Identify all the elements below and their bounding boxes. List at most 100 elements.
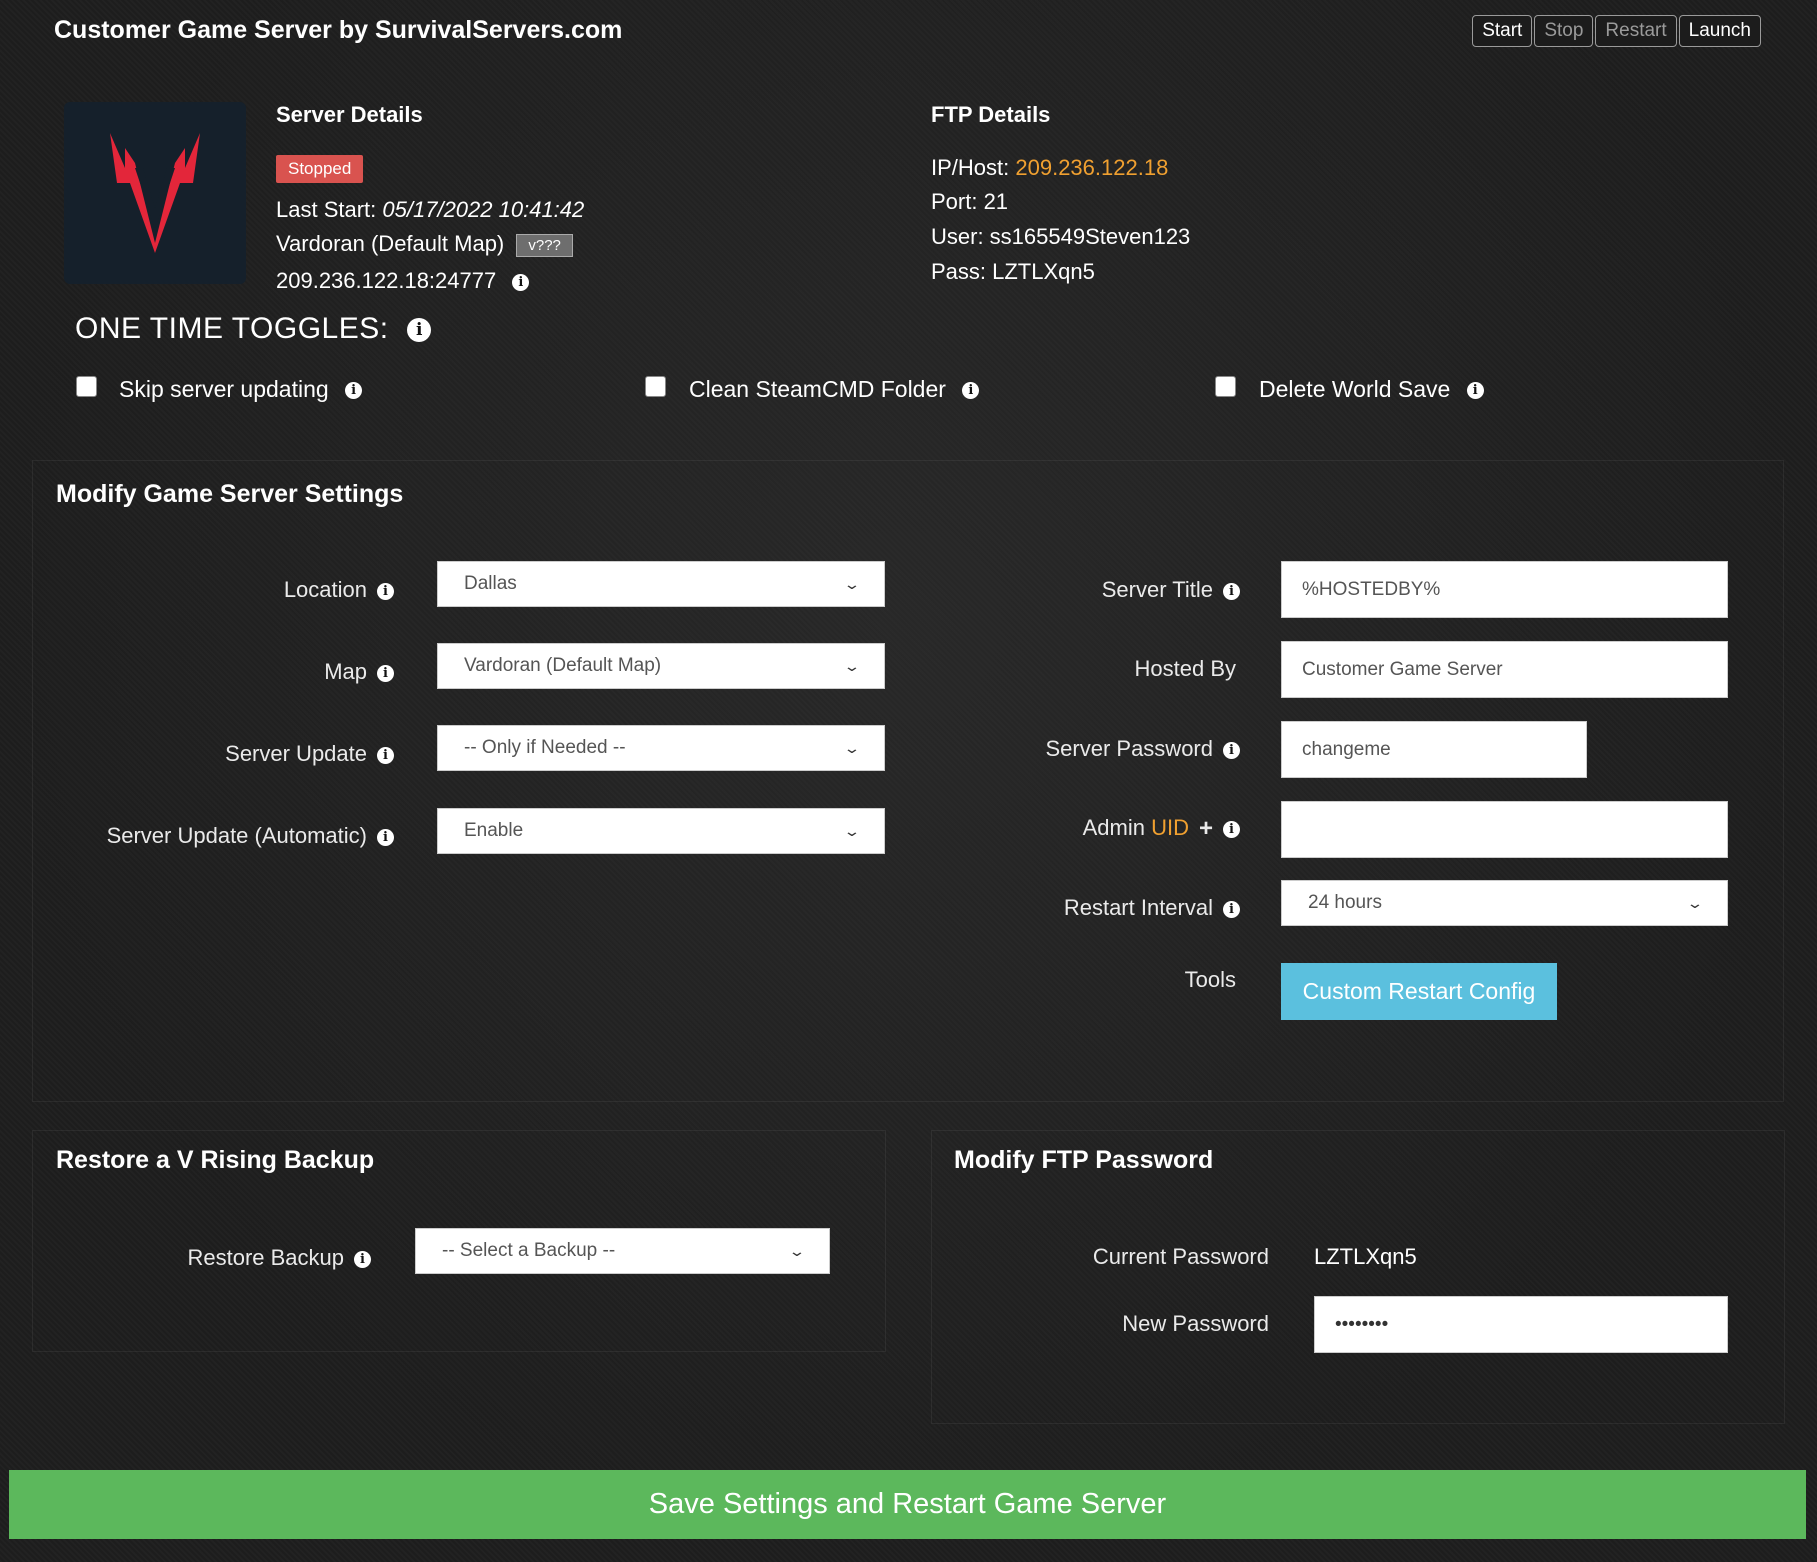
delete-world-checkbox[interactable] bbox=[1215, 376, 1236, 397]
map-label: Map i bbox=[324, 659, 394, 685]
skip-update-text: Skip server updating bbox=[119, 376, 329, 402]
current-password-label: Current Password bbox=[1092, 1244, 1269, 1269]
new-password-label: New Password bbox=[1122, 1311, 1269, 1336]
ftp-password-heading: Modify FTP Password bbox=[954, 1146, 1214, 1174]
server-password-label-text: Server Password bbox=[1045, 736, 1213, 761]
auto-update-select[interactable]: Enable ⌄ bbox=[437, 808, 885, 854]
server-title-label: Server Title i bbox=[1102, 577, 1240, 603]
save-restart-button[interactable]: Save Settings and Restart Game Server bbox=[9, 1470, 1806, 1539]
delete-world-label: Delete World Save i bbox=[1259, 376, 1484, 403]
info-icon[interactable]: i bbox=[1223, 900, 1240, 918]
new-password-input[interactable]: •••••••• bbox=[1314, 1296, 1728, 1353]
version-badge[interactable]: v??? bbox=[516, 233, 573, 257]
restart-interval-value: 24 hours bbox=[1308, 892, 1382, 913]
skip-update-label: Skip server updating i bbox=[119, 376, 363, 403]
server-password-label: Server Password i bbox=[1045, 736, 1240, 762]
toggles-heading-text: ONE TIME TOGGLES: bbox=[75, 312, 389, 345]
hosted-by-input[interactable]: Customer Game Server bbox=[1281, 641, 1728, 698]
ftp-host-label: IP/Host: bbox=[931, 155, 1010, 180]
map-value: Vardoran (Default Map) bbox=[464, 655, 662, 676]
info-icon[interactable]: i bbox=[377, 746, 394, 764]
location-value: Dallas bbox=[464, 573, 517, 594]
auto-update-value: Enable bbox=[464, 820, 524, 841]
server-address: 209.236.122.18:24777 i bbox=[276, 268, 530, 294]
admin-uid-label: Admin UID + i bbox=[1083, 815, 1240, 843]
custom-restart-config-button[interactable]: Custom Restart Config bbox=[1281, 963, 1557, 1020]
restore-backup-label: Restore Backup i bbox=[187, 1245, 371, 1271]
info-icon[interactable]: i bbox=[377, 828, 394, 846]
plus-icon[interactable]: + bbox=[1199, 815, 1213, 842]
last-start: Last Start: 05/17/2022 10:41:42 bbox=[276, 197, 584, 223]
auto-update-label: Server Update (Automatic) i bbox=[107, 823, 394, 849]
toggles-heading: ONE TIME TOGGLES: i bbox=[75, 312, 432, 346]
ftp-user: User: ss165549Steven123 bbox=[931, 224, 1191, 249]
backup-heading: Restore a V Rising Backup bbox=[56, 1146, 375, 1174]
restore-backup-label-text: Restore Backup bbox=[187, 1245, 344, 1270]
hosted-by-label: Hosted By bbox=[1134, 656, 1237, 681]
clean-steamcmd-text: Clean SteamCMD Folder bbox=[689, 376, 946, 402]
info-icon[interactable]: i bbox=[1223, 741, 1240, 759]
admin-uid-link[interactable]: UID bbox=[1151, 815, 1189, 840]
ftp-port: Port: 21 bbox=[931, 189, 1009, 214]
info-icon[interactable]: i bbox=[1223, 820, 1240, 838]
server-update-label: Server Update i bbox=[225, 741, 394, 767]
ftp-host-value[interactable]: 209.236.122.18 bbox=[1015, 155, 1168, 180]
v-rising-logo-icon bbox=[110, 133, 200, 253]
map-select[interactable]: Vardoran (Default Map) ⌄ bbox=[437, 643, 885, 689]
start-button[interactable]: Start bbox=[1472, 15, 1533, 47]
location-label: Location i bbox=[284, 577, 394, 603]
game-logo bbox=[64, 102, 246, 284]
map-label-text: Map bbox=[324, 659, 367, 684]
server-title-label-text: Server Title bbox=[1101, 577, 1213, 602]
stop-button[interactable]: Stop bbox=[1534, 15, 1594, 47]
info-icon[interactable]: i bbox=[345, 382, 363, 400]
last-start-label: Last Start: bbox=[276, 197, 377, 222]
launch-button[interactable]: Launch bbox=[1678, 15, 1761, 47]
status-badge: Stopped bbox=[276, 155, 364, 183]
auto-update-label-text: Server Update (Automatic) bbox=[106, 823, 367, 848]
admin-label-text: Admin bbox=[1082, 815, 1145, 840]
info-icon[interactable]: i bbox=[407, 318, 432, 343]
info-icon[interactable]: i bbox=[377, 664, 394, 682]
info-icon[interactable]: i bbox=[1223, 582, 1240, 600]
server-update-label-text: Server Update bbox=[225, 741, 367, 766]
tools-label: Tools bbox=[1184, 967, 1236, 992]
info-icon[interactable]: i bbox=[1466, 382, 1484, 400]
info-icon[interactable]: i bbox=[377, 582, 394, 600]
current-map: Vardoran (Default Map) v??? bbox=[276, 231, 573, 257]
server-password-input[interactable]: changeme bbox=[1281, 721, 1587, 778]
page-title: Customer Game Server by SurvivalServers.… bbox=[54, 16, 623, 44]
server-control-buttons: Start Stop Restart Launch bbox=[1472, 15, 1761, 47]
settings-heading: Modify Game Server Settings bbox=[56, 480, 404, 508]
chevron-down-icon: ⌄ bbox=[1686, 894, 1704, 911]
clean-steamcmd-label: Clean SteamCMD Folder i bbox=[689, 376, 980, 403]
map-name: Vardoran (Default Map) bbox=[276, 231, 505, 256]
chevron-down-icon: ⌄ bbox=[843, 575, 861, 592]
location-select[interactable]: Dallas ⌄ bbox=[437, 561, 885, 607]
server-update-value: -- Only if Needed -- bbox=[464, 737, 626, 758]
last-start-value: 05/17/2022 10:41:42 bbox=[382, 197, 585, 222]
clean-steamcmd-checkbox[interactable] bbox=[645, 376, 666, 397]
restart-interval-select[interactable]: 24 hours ⌄ bbox=[1281, 880, 1728, 926]
address-value: 209.236.122.18:24777 bbox=[276, 268, 497, 293]
chevron-down-icon: ⌄ bbox=[843, 822, 861, 839]
info-icon[interactable]: i bbox=[962, 382, 980, 400]
chevron-down-icon: ⌄ bbox=[843, 739, 861, 756]
restore-backup-select[interactable]: -- Select a Backup -- ⌄ bbox=[415, 1228, 830, 1274]
restore-backup-value: -- Select a Backup -- bbox=[442, 1240, 616, 1261]
restart-interval-label: Restart Interval i bbox=[1064, 895, 1240, 921]
current-password-value: LZTLXqn5 bbox=[1314, 1244, 1417, 1269]
skip-update-checkbox[interactable] bbox=[76, 376, 97, 397]
restart-button[interactable]: Restart bbox=[1595, 15, 1677, 47]
chevron-down-icon: ⌄ bbox=[788, 1242, 806, 1259]
ftp-host: IP/Host: 209.236.122.18 bbox=[931, 155, 1168, 181]
delete-world-text: Delete World Save bbox=[1259, 376, 1451, 402]
server-title-input[interactable]: %HOSTEDBY% bbox=[1281, 561, 1728, 618]
server-update-select[interactable]: -- Only if Needed -- ⌄ bbox=[437, 725, 885, 771]
ftp-pass: Pass: LZTLXqn5 bbox=[931, 259, 1095, 284]
info-icon[interactable]: i bbox=[354, 1250, 371, 1268]
server-details-heading: Server Details bbox=[276, 102, 423, 127]
info-icon[interactable]: i bbox=[512, 273, 530, 291]
location-label-text: Location bbox=[283, 577, 367, 602]
admin-uid-input[interactable] bbox=[1281, 801, 1728, 858]
